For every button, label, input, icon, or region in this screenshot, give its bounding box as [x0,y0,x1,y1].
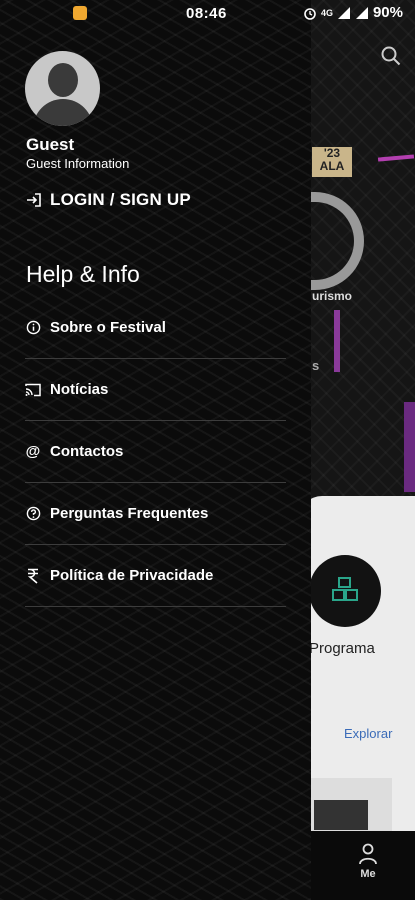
blocks-icon [332,577,358,601]
menu-item-label: Política de Privacidade [50,567,214,584]
programa-label: Programa [309,640,375,657]
login-label: LOGIN / SIGN UP [50,190,191,209]
info-icon [25,320,41,336]
menu-item-politica-privacidade[interactable]: Política de Privacidade [25,545,286,607]
network-type: 4G [320,7,333,18]
help-icon [25,506,41,522]
brand-text: urismo [312,289,353,303]
decor-stripe [334,310,340,372]
badge-bottom-text: ALA [319,159,345,173]
search-icon[interactable] [381,46,401,71]
avatar-body [33,99,93,126]
signal-2-icon [355,6,368,19]
status-bar: 08:46 4G 90% [0,0,415,28]
menu-item-perguntas-frequentes[interactable]: Perguntas Frequentes [25,483,286,545]
avatar[interactable] [25,51,100,126]
menu-item-noticias[interactable]: Notícias [25,359,286,421]
menu-item-label: Sobre o Festival [50,319,166,336]
festival-logo-badge: '23 ALA [312,147,352,177]
status-indicators: 4G 90% [303,4,403,21]
navigation-drawer: Guest Guest Information LOGIN / SIGN UP … [0,0,311,900]
menu-item-label: Perguntas Frequentes [50,505,209,522]
notification-app-icon [73,6,87,20]
at-icon: @ [25,443,41,460]
menu-item-label: Contactos [50,443,124,460]
person-icon [359,843,377,865]
status-time: 08:46 [186,5,227,22]
programa-button[interactable] [309,555,381,627]
nav-item-me-label: Me [360,868,376,880]
user-name: Guest [26,135,75,154]
help-menu: Sobre o Festival Notícias @ Contactos Pe… [25,297,286,607]
alarm-icon [304,7,316,20]
section-title: Help & Info [26,261,140,287]
cast-icon [25,382,41,398]
avatar-head [48,63,78,97]
card-image [310,778,392,831]
explorar-link[interactable]: Explorar [344,726,392,741]
policy-icon [25,568,41,584]
decor-stripe [404,402,415,492]
login-signup-button[interactable]: LOGIN / SIGN UP [26,190,191,210]
login-icon [27,193,41,207]
user-subtitle: Guest Information [26,156,130,171]
signal-icon [337,6,350,19]
menu-item-sobre-festival[interactable]: Sobre o Festival [25,297,286,359]
nav-item-me[interactable]: Me [358,843,378,880]
decor-stripe [377,154,415,162]
menu-item-label: Notícias [50,381,109,398]
menu-item-contactos[interactable]: @ Contactos [25,421,286,483]
fragment-text: s [312,358,320,373]
battery-level: 90% [372,4,403,21]
